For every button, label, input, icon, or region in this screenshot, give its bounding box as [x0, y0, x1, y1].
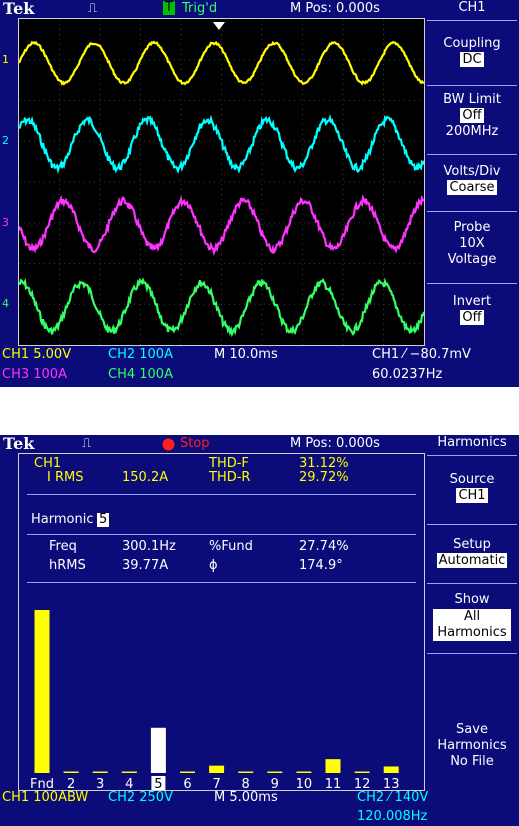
harmonic-tick-label: Fnd — [30, 777, 54, 790]
source-menu-button[interactable]: Source CH1 — [425, 472, 519, 504]
setup-menu-button[interactable]: Setup Automatic — [425, 537, 519, 569]
side-menu-ch1: CH1 Coupling DC BW Limit Off 200MHz Volt… — [425, 0, 519, 387]
harmonic-tick-label: 3 — [96, 777, 104, 790]
ch1-waveform — [18, 40, 425, 86]
scope-screen-waveforms: Tek ⎍ T Trig'd M Pos: 0.000s 1 2 3 4 CH1… — [0, 0, 519, 387]
trigger-frequency-readout-2: 120.008Hz — [357, 809, 428, 824]
harmonic-bar-fnd — [34, 610, 50, 773]
show-label: Show — [454, 592, 490, 607]
harmonic-bar-6 — [180, 771, 195, 773]
setup-value: Automatic — [436, 553, 508, 568]
menu-header-2: Harmonics — [425, 435, 519, 453]
harmonic-bar-5 — [150, 727, 166, 773]
trigger-level-readout-2: CH2 ⁄ 140V — [357, 790, 429, 805]
harmonic-tick-label: 9 — [271, 777, 279, 790]
probe-menu-button[interactable]: Probe 10X Voltage — [425, 220, 519, 268]
timebase-readout: M 10.0ms — [214, 347, 278, 362]
harmonic-tick-label: 11 — [325, 777, 342, 790]
trigger-position-marker-icon — [213, 22, 225, 30]
harmonic-bar-7 — [209, 765, 225, 773]
channel-status-bar: CH1 5.00V CH2 100A CH3 100A CH4 100A M 1… — [0, 347, 471, 387]
volts-div-menu-button[interactable]: Volts/Div Coarse — [425, 164, 519, 196]
ch2-scale: CH2 100A — [108, 347, 173, 362]
ch4-scale: CH4 100A — [108, 367, 173, 382]
timebase-readout-2: M 5.00ms — [214, 790, 278, 805]
harmonic-bar-9 — [267, 771, 283, 773]
scope-screen-harmonics: Tek ⎍ Stop M Pos: 0.000s CH1 I RMS 150.2… — [0, 435, 519, 826]
harmonic-bar-3 — [92, 771, 108, 773]
ch2-scale-2: CH2 250V — [108, 790, 173, 805]
waveform-graticule — [17, 18, 426, 346]
harmonic-tick-label: 2 — [67, 777, 75, 790]
waveform-plot — [17, 19, 426, 345]
top-status-bar: Tek ⎍ T Trig'd M Pos: 0.000s — [0, 0, 425, 18]
menu-header: CH1 — [425, 0, 519, 18]
harmonic-tick-label: 6 — [183, 777, 191, 790]
harmonics-panel: CH1 I RMS 150.2A THD-F 31.12% THD-R 29.7… — [18, 453, 425, 791]
probe-value: 10X — [459, 236, 485, 251]
side-menu-harmonics: Harmonics Source CH1 Setup Automatic Sho… — [425, 435, 519, 826]
harmonic-bar-8 — [238, 771, 254, 773]
bw-limit-frequency: 200MHz — [445, 124, 499, 139]
coupling-value: DC — [460, 52, 484, 67]
channel-2-marker: 2 — [2, 134, 9, 147]
horizontal-position-2: M Pos: 0.000s — [290, 436, 380, 451]
acquisition-icon: ⎍ — [88, 1, 98, 16]
invert-value: Off — [460, 310, 484, 325]
channel-1-marker: 1 — [2, 53, 9, 66]
harmonic-tick-label: 12 — [354, 777, 371, 790]
save-harmonics-button[interactable]: Save Harmonics No File — [425, 722, 519, 770]
save-label-line2: Harmonics — [437, 738, 507, 753]
harmonic-tick-label: 7 — [212, 777, 220, 790]
save-label-line1: Save — [456, 722, 488, 737]
save-label-line3: No File — [450, 754, 494, 769]
invert-menu-button[interactable]: Invert Off — [425, 294, 519, 326]
bw-limit-label: BW Limit — [443, 92, 501, 107]
source-value: CH1 — [456, 488, 488, 503]
harmonic-tick-label: 5 — [154, 777, 162, 790]
tek-logo-2: Tek — [3, 435, 35, 453]
top-status-bar-2: Tek ⎍ Stop M Pos: 0.000s — [0, 435, 425, 453]
harmonic-bar-4 — [121, 771, 137, 773]
harmonic-tick-label: 8 — [242, 777, 250, 790]
trigger-status: Trig'd — [182, 1, 218, 16]
harmonic-bar-11 — [325, 759, 341, 773]
acquisition-icon-2: ⎍ — [82, 436, 92, 451]
harmonic-bar-10 — [296, 771, 312, 773]
probe-label: Probe — [453, 220, 491, 235]
ch3-scale: CH3 100A — [2, 367, 67, 382]
coupling-label: Coupling — [443, 36, 501, 51]
ch4-waveform — [18, 277, 426, 338]
harmonic-bar-13 — [383, 766, 399, 773]
show-menu-button[interactable]: Show All Harmonics — [425, 592, 519, 641]
show-value-line1: All — [463, 609, 481, 624]
stop-icon — [162, 438, 175, 451]
bw-limit-menu-button[interactable]: BW Limit Off 200MHz — [425, 92, 519, 140]
ch1-scale: CH1 5.00V — [2, 347, 72, 362]
channel-3-marker: 3 — [2, 216, 9, 229]
probe-type: Voltage — [447, 252, 497, 267]
acquisition-stop-status: Stop — [180, 436, 210, 451]
harmonics-bar-chart: Fnd 2 3 4 5 6 7 8 9 10 11 12 13 — [30, 610, 400, 790]
coupling-menu-button[interactable]: Coupling DC — [425, 36, 519, 68]
source-label: Source — [449, 472, 495, 487]
ch2-waveform — [18, 114, 426, 174]
horizontal-position: M Pos: 0.000s — [290, 1, 380, 16]
show-value-line2: Harmonics — [437, 625, 507, 640]
ch1-scale-2: CH1 100ABW — [2, 790, 89, 805]
harmonic-tick-label: 10 — [296, 777, 313, 790]
trigger-badge: T — [163, 0, 175, 15]
channel-status-bar-2: CH1 100ABW CH2 250V M 5.00ms CH2 ⁄ 140V … — [0, 790, 429, 826]
invert-label: Invert — [452, 294, 492, 309]
tek-logo: Tek — [3, 0, 35, 18]
harmonic-bar-12 — [354, 771, 370, 773]
volts-div-label: Volts/Div — [443, 164, 501, 179]
volts-div-value: Coarse — [447, 180, 497, 195]
channel-4-marker: 4 — [2, 297, 9, 310]
harmonic-bar-2 — [63, 771, 79, 773]
harmonic-tick-label: 13 — [383, 777, 400, 790]
setup-label: Setup — [453, 537, 491, 552]
harmonic-tick-label: 4 — [125, 777, 133, 790]
bw-limit-value: Off — [460, 108, 484, 123]
